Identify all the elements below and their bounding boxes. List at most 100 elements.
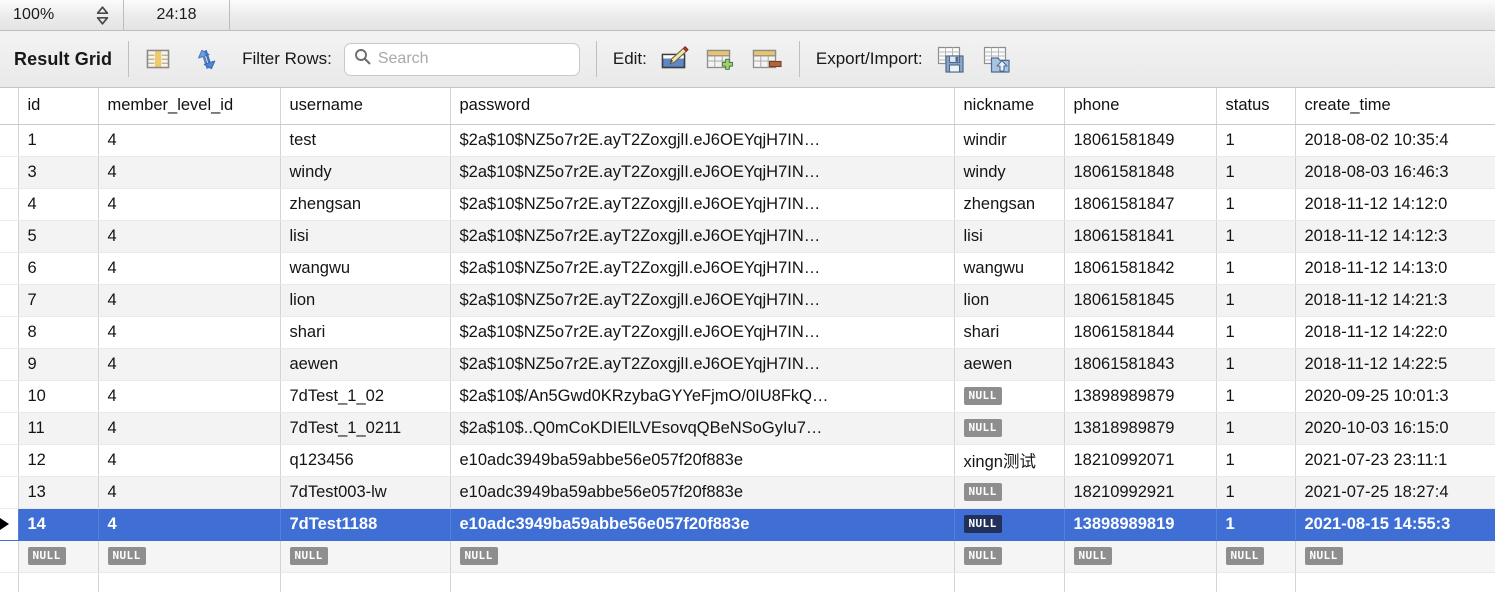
- cell-username[interactable]: lisi: [280, 220, 451, 253]
- row-marker-cell[interactable]: [0, 380, 19, 413]
- table-row[interactable]: 13 4 7dTest003-lw e10adc3949ba59abbe56e057f…: [0, 476, 1495, 509]
- stepper-up-down-icon[interactable]: [95, 5, 110, 26]
- cell-status[interactable]: 1: [1216, 316, 1296, 349]
- table-row[interactable]: 9 4 aewen $2a$10$NZ5o7r2E.ayT2ZoxgjlI.eJ6OE…: [0, 348, 1495, 381]
- cell-username[interactable]: aewen: [280, 348, 451, 381]
- cell-id[interactable]: 11: [18, 412, 99, 445]
- column-header-nickname[interactable]: nickname: [954, 88, 1065, 125]
- cell-create_time[interactable]: 2020-09-25 10:01:3: [1295, 380, 1495, 413]
- column-header-create_time[interactable]: create_time: [1295, 88, 1495, 125]
- row-marker-cell[interactable]: [0, 316, 19, 349]
- column-header-username[interactable]: username: [280, 88, 451, 125]
- table-row[interactable]: 4 4 zhengsan $2a$10$NZ5o7r2E.ayT2ZoxgjlI.eJ…: [0, 188, 1495, 221]
- cell-member_level_id[interactable]: 4: [98, 156, 281, 189]
- insert-row-icon[interactable]: [705, 45, 737, 73]
- cell-password[interactable]: $2a$10$NZ5o7r2E.ayT2ZoxgjlI.eJ6OEYqjH7IN…: [450, 124, 955, 157]
- cell-nickname[interactable]: windy: [954, 156, 1065, 189]
- cell-username[interactable]: test: [280, 124, 451, 157]
- cell-phone[interactable]: 18061581849: [1064, 124, 1217, 157]
- cell-create_time[interactable]: 2021-07-25 18:27:4: [1295, 476, 1495, 509]
- row-marker-cell[interactable]: [0, 508, 19, 541]
- zoom-control[interactable]: 100%: [0, 0, 124, 30]
- cell-username[interactable]: 7dTest1188: [280, 508, 451, 541]
- cell-phone[interactable]: 18061581842: [1064, 252, 1217, 285]
- table-row[interactable]: 11 4 7dTest_1_0211 $2a$10$..Q0mCoKDIElLVEso…: [0, 412, 1495, 445]
- cell-nickname[interactable]: shari: [954, 316, 1065, 349]
- cell-phone[interactable]: 18061581847: [1064, 188, 1217, 221]
- cell-password[interactable]: $2a$10$NZ5o7r2E.ayT2ZoxgjlI.eJ6OEYqjH7IN…: [450, 252, 955, 285]
- cell-status[interactable]: NULL: [1216, 540, 1296, 573]
- cell-password[interactable]: $2a$10$/An5Gwd0KRzybaGYYeFjmO/0IU8FkQ…: [450, 380, 955, 413]
- cell-nickname[interactable]: windir: [954, 124, 1065, 157]
- cell-phone[interactable]: 13898989879: [1064, 380, 1217, 413]
- cell-id[interactable]: 1: [18, 124, 99, 157]
- cell-phone[interactable]: 18061581845: [1064, 284, 1217, 317]
- cell-member_level_id[interactable]: 4: [98, 284, 281, 317]
- column-header-id[interactable]: id: [18, 88, 99, 125]
- cell-create_time[interactable]: 2020-10-03 16:15:0: [1295, 412, 1495, 445]
- cell-password[interactable]: $2a$10$NZ5o7r2E.ayT2ZoxgjlI.eJ6OEYqjH7IN…: [450, 348, 955, 381]
- cell-password[interactable]: $2a$10$NZ5o7r2E.ayT2ZoxgjlI.eJ6OEYqjH7IN…: [450, 156, 955, 189]
- table-row[interactable]: 5 4 lisi $2a$10$NZ5o7r2E.ayT2ZoxgjlI.eJ6OEY…: [0, 220, 1495, 253]
- cell-password[interactable]: $2a$10$NZ5o7r2E.ayT2ZoxgjlI.eJ6OEYqjH7IN…: [450, 220, 955, 253]
- cell-username[interactable]: zhengsan: [280, 188, 451, 221]
- table-row[interactable]: 6 4 wangwu $2a$10$NZ5o7r2E.ayT2ZoxgjlI.eJ6O…: [0, 252, 1495, 285]
- cell-username[interactable]: 7dTest_1_0211: [280, 412, 451, 445]
- cell-id[interactable]: NULL: [18, 540, 99, 573]
- cell-nickname[interactable]: xingn测试: [954, 444, 1065, 477]
- cell-member_level_id[interactable]: 4: [98, 412, 281, 445]
- row-marker-cell[interactable]: [0, 348, 19, 381]
- cell-status[interactable]: 1: [1216, 188, 1296, 221]
- cell-status[interactable]: 1: [1216, 156, 1296, 189]
- row-marker-cell[interactable]: [0, 252, 19, 285]
- cell-create_time[interactable]: 2018-11-12 14:22:0: [1295, 316, 1495, 349]
- row-marker-cell[interactable]: [0, 444, 19, 477]
- cell-id[interactable]: 4: [18, 188, 99, 221]
- cell-id[interactable]: 10: [18, 380, 99, 413]
- cell-phone[interactable]: 13898989819: [1064, 508, 1217, 541]
- cell-password[interactable]: e10adc3949ba59abbe56e057f20f883e: [450, 476, 955, 509]
- cell-phone[interactable]: 18061581844: [1064, 316, 1217, 349]
- cell-member_level_id[interactable]: 4: [98, 348, 281, 381]
- cell-member_level_id[interactable]: 4: [98, 380, 281, 413]
- cell-member_level_id[interactable]: 4: [98, 476, 281, 509]
- cell-username[interactable]: shari: [280, 316, 451, 349]
- cell-status[interactable]: 1: [1216, 508, 1296, 541]
- cell-nickname[interactable]: NULL: [954, 380, 1065, 413]
- cell-create_time[interactable]: 2018-11-12 14:22:5: [1295, 348, 1495, 381]
- cell-create_time[interactable]: 2018-11-12 14:21:3: [1295, 284, 1495, 317]
- export-recordset-icon[interactable]: [935, 45, 967, 74]
- row-marker-cell[interactable]: [0, 540, 19, 573]
- cell-status[interactable]: 1: [1216, 444, 1296, 477]
- cell-id[interactable]: 14: [18, 508, 99, 541]
- cell-id[interactable]: 8: [18, 316, 99, 349]
- column-header-member_level_id[interactable]: member_level_id: [98, 88, 281, 125]
- table-row[interactable]: 14 4 7dTest1188 e10adc3949ba59abbe56e057f20…: [0, 508, 1495, 541]
- table-row[interactable]: 8 4 shari $2a$10$NZ5o7r2E.ayT2ZoxgjlI.eJ6OE…: [0, 316, 1495, 349]
- grid-columns-icon[interactable]: [145, 46, 171, 72]
- cell-status[interactable]: 1: [1216, 220, 1296, 253]
- cell-nickname[interactable]: NULL: [954, 412, 1065, 445]
- cell-create_time[interactable]: NULL: [1295, 540, 1495, 573]
- cell-create_time[interactable]: 2018-11-12 14:13:0: [1295, 252, 1495, 285]
- cell-create_time[interactable]: 2021-08-15 14:55:3: [1295, 508, 1495, 541]
- cell-create_time[interactable]: 2018-11-12 14:12:3: [1295, 220, 1495, 253]
- cell-id[interactable]: 6: [18, 252, 99, 285]
- cell-username[interactable]: lion: [280, 284, 451, 317]
- table-row[interactable]: 12 4 q123456 e10adc3949ba59abbe56e057f20f88…: [0, 444, 1495, 477]
- row-marker-cell[interactable]: [0, 412, 19, 445]
- cell-password[interactable]: NULL: [450, 540, 955, 573]
- cell-phone[interactable]: 18061581841: [1064, 220, 1217, 253]
- cell-nickname[interactable]: lion: [954, 284, 1065, 317]
- cell-phone[interactable]: 18061581843: [1064, 348, 1217, 381]
- cell-id[interactable]: 9: [18, 348, 99, 381]
- cell-create_time[interactable]: 2018-08-02 10:35:4: [1295, 124, 1495, 157]
- cell-password[interactable]: $2a$10$NZ5o7r2E.ayT2ZoxgjlI.eJ6OEYqjH7IN…: [450, 316, 955, 349]
- row-marker-cell[interactable]: [0, 284, 19, 317]
- cell-password[interactable]: $2a$10$..Q0mCoKDIElLVEsovqQBeNSoGyIu7…: [450, 412, 955, 445]
- cell-status[interactable]: 1: [1216, 476, 1296, 509]
- import-recordset-icon[interactable]: [981, 45, 1013, 74]
- cell-id[interactable]: 3: [18, 156, 99, 189]
- cell-status[interactable]: 1: [1216, 412, 1296, 445]
- row-marker-cell[interactable]: [0, 220, 19, 253]
